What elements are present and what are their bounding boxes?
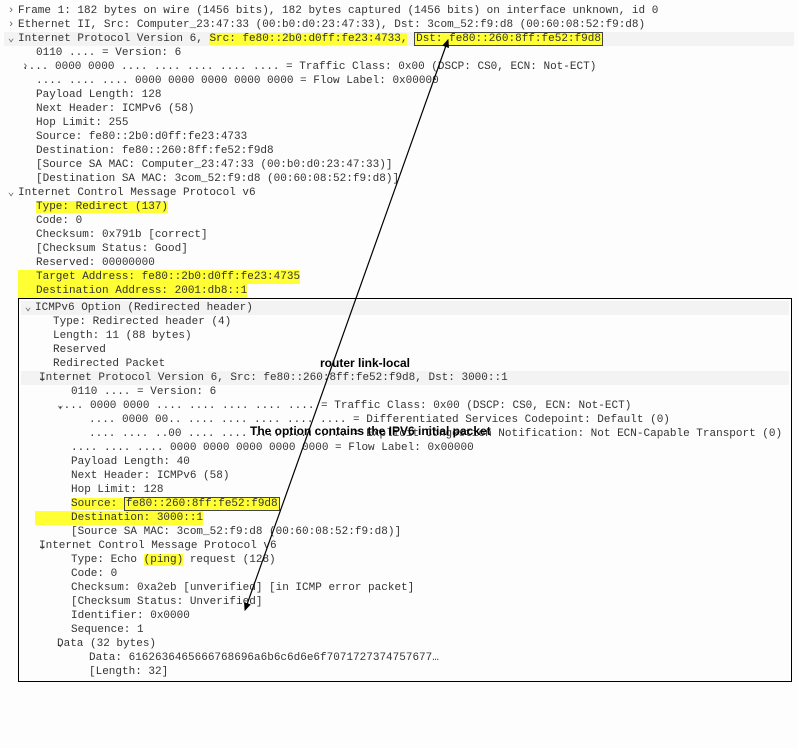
tree-row[interactable]: Hop Limit: 128	[21, 483, 789, 497]
chevron-down-icon[interactable]: ⌄	[21, 399, 57, 413]
tree-row[interactable]: Code: 0	[21, 567, 789, 581]
tree-row[interactable]: [Checksum Status: Good]	[4, 242, 794, 256]
tree-row[interactable]: Source: fe80::2b0:d0ff:fe23:4733	[4, 130, 794, 144]
eth-summary: Ethernet II, Src: Computer_23:47:33 (00:…	[18, 18, 645, 32]
tree-row[interactable]: Identifier: 0x0000	[21, 609, 789, 623]
tree-row[interactable]: [Checksum Status: Unverified]	[21, 595, 789, 609]
tree-row[interactable]: Code: 0	[4, 214, 794, 228]
tree-row[interactable]: ⌄.... 0000 0000 .... .... .... .... ....…	[21, 399, 789, 413]
tree-row[interactable]: Destination: fe80::260:8ff:fe52:f9d8	[4, 144, 794, 158]
tree-row[interactable]: Type: Redirected header (4)	[21, 315, 789, 329]
tree-row[interactable]: Next Header: ICMPv6 (58)	[21, 469, 789, 483]
option-box: ⌄ ICMPv6 Option (Redirected header) Type…	[18, 298, 792, 682]
chevron-down-icon[interactable]: ⌄	[21, 539, 39, 553]
inner-src-highlight: fe80::260:8ff:fe52:f9d8	[124, 497, 280, 511]
tree-row[interactable]: Sequence: 1	[21, 623, 789, 637]
chevron-down-icon[interactable]: ⌄	[4, 32, 18, 46]
ipv6-dst-highlight: Dst: fe80::260:8ff:fe52:f9d8	[414, 32, 603, 46]
tree-row-frame[interactable]: › Frame 1: 182 bytes on wire (1456 bits)…	[4, 4, 794, 18]
tree-row[interactable]: ›.... 0000 0000 .... .... .... .... ....…	[4, 60, 794, 74]
tree-row-option[interactable]: ⌄ ICMPv6 Option (Redirected header)	[21, 301, 789, 315]
chevron-down-icon[interactable]: ⌄	[21, 637, 57, 651]
chevron-down-icon[interactable]: ⌄	[4, 186, 18, 200]
tree-row[interactable]: Destination: 3000::1	[21, 511, 789, 525]
tree-row[interactable]: Payload Length: 128	[4, 88, 794, 102]
ping-highlight: (ping)	[144, 554, 184, 566]
icmp-type-highlight: Type: Redirect (137)	[36, 201, 168, 213]
tree-row[interactable]: Data: 6162636465666768696a6b6c6d6e6f7071…	[21, 651, 789, 665]
tree-row[interactable]: .... 0000 00.. .... .... .... .... .... …	[21, 413, 789, 427]
tree-row[interactable]: Type: Redirect (137)	[4, 200, 794, 214]
tree-row[interactable]: [Destination SA MAC: 3com_52:f9:d8 (00:6…	[4, 172, 794, 186]
chevron-right-icon[interactable]: ›	[4, 4, 18, 18]
tree-row[interactable]: [Length: 32]	[21, 665, 789, 679]
tree-row[interactable]: .... .... .... 0000 0000 0000 0000 0000 …	[4, 74, 794, 88]
tree-row[interactable]: Target Address: fe80::2b0:d0ff:fe23:4735	[4, 270, 794, 284]
tree-row-ethernet[interactable]: › Ethernet II, Src: Computer_23:47:33 (0…	[4, 18, 794, 32]
tree-row[interactable]: Next Header: ICMPv6 (58)	[4, 102, 794, 116]
tree-row-icmpv6[interactable]: ⌄ Internet Control Message Protocol v6	[4, 186, 794, 200]
tree-row-data[interactable]: ⌄Data (32 bytes)	[21, 637, 789, 651]
tree-row[interactable]: Source: fe80::260:8ff:fe52:f9d8	[21, 497, 789, 511]
tree-row[interactable]: 0110 .... = Version: 6	[4, 46, 794, 60]
chevron-down-icon[interactable]: ⌄	[21, 371, 39, 385]
ipv6-summary: Internet Protocol Version 6, Src: fe80::…	[18, 32, 603, 46]
tree-row[interactable]: Hop Limit: 255	[4, 116, 794, 130]
tree-row[interactable]: Type: Echo (ping) request (128)	[21, 553, 789, 567]
tree-row[interactable]: [Source SA MAC: 3com_52:f9:d8 (00:60:08:…	[21, 525, 789, 539]
tree-row[interactable]: Redirected Packet	[21, 357, 789, 371]
tree-row[interactable]: Payload Length: 40	[21, 455, 789, 469]
tree-row[interactable]: [Source SA MAC: Computer_23:47:33 (00:b0…	[4, 158, 794, 172]
tree-row[interactable]: .... .... .... 0000 0000 0000 0000 0000 …	[21, 441, 789, 455]
tree-row[interactable]: Checksum: 0xa2eb [unverified] [in ICMP e…	[21, 581, 789, 595]
tree-row[interactable]: 0110 .... = Version: 6	[21, 385, 789, 399]
tree-row[interactable]: Reserved: 00000000	[4, 256, 794, 270]
tree-row[interactable]: Length: 11 (88 bytes)	[21, 329, 789, 343]
target-addr-highlight: Target Address: fe80::2b0:d0ff:fe23:4735	[18, 270, 300, 284]
chevron-down-icon[interactable]: ⌄	[21, 301, 35, 315]
tree-row[interactable]: .... .... ..00 .... .... .... .... .... …	[21, 427, 789, 441]
tree-row-ipv6[interactable]: ⌄ Internet Protocol Version 6, Src: fe80…	[4, 32, 794, 46]
chevron-right-icon[interactable]: ›	[4, 18, 18, 32]
tree-row[interactable]: Destination Address: 2001:db8::1	[4, 284, 794, 298]
tree-row[interactable]: Reserved	[21, 343, 789, 357]
tree-row[interactable]: Checksum: 0x791b [correct]	[4, 228, 794, 242]
dest-addr-highlight: Destination Address: 2001:db8::1	[18, 284, 247, 298]
tree-row-inner-icmp[interactable]: ⌄ Internet Control Message Protocol v6	[21, 539, 789, 553]
inner-dst-highlight: Destination: 3000::1	[35, 511, 203, 525]
ipv6-src-highlight: Src: fe80::2b0:d0ff:fe23:4733,	[209, 33, 407, 45]
chevron-right-icon[interactable]: ›	[4, 60, 22, 74]
tree-row-inner-ipv6[interactable]: ⌄ Internet Protocol Version 6, Src: fe80…	[21, 371, 789, 385]
frame-summary: Frame 1: 182 bytes on wire (1456 bits), …	[18, 4, 658, 18]
